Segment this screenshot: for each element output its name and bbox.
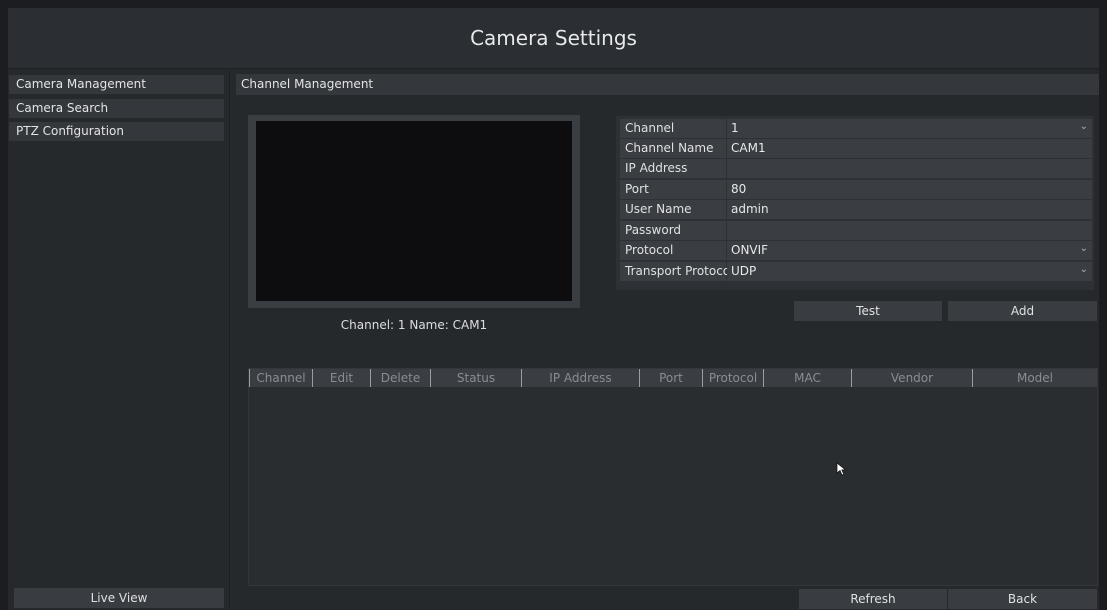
protocol-label: Protocol — [620, 241, 726, 260]
form-row-password: Password — [620, 221, 1092, 240]
camera-table: Channel Edit Delete Status IP Address Po… — [248, 368, 1098, 586]
protocol-select[interactable]: ONVIF — [727, 239, 1092, 260]
back-button[interactable]: Back — [948, 589, 1097, 609]
channel-name-field[interactable]: CAM1 — [727, 139, 1092, 158]
port-label: Port — [620, 180, 726, 199]
column-header-delete[interactable]: Delete — [370, 369, 430, 387]
window-title: Camera Settings — [470, 26, 637, 50]
column-header-mac[interactable]: MAC — [763, 369, 851, 387]
form-row-ip-address: IP Address — [620, 159, 1092, 178]
password-label: Password — [620, 221, 726, 240]
form-row-protocol: Protocol ONVIF — [620, 239, 1092, 260]
user-name-label: User Name — [620, 200, 726, 219]
column-header-vendor[interactable]: Vendor — [851, 369, 972, 387]
form-row-channel: Channel 1 — [620, 117, 1092, 138]
channel-name-label: Channel Name — [620, 139, 726, 158]
column-header-edit[interactable]: Edit — [312, 369, 370, 387]
test-button[interactable]: Test — [794, 301, 942, 321]
mouse-pointer-icon — [836, 462, 847, 476]
port-field[interactable]: 80 — [727, 180, 1092, 199]
camera-preview — [256, 121, 572, 301]
column-header-model[interactable]: Model — [972, 369, 1097, 387]
password-field[interactable] — [727, 221, 1092, 240]
column-header-status[interactable]: Status — [430, 369, 521, 387]
sidebar-item-camera-search[interactable]: Camera Search — [9, 99, 224, 118]
sidebar-item-camera-management[interactable]: Camera Management — [9, 75, 224, 94]
column-header-protocol[interactable]: Protocol — [702, 369, 763, 387]
column-header-ip-address[interactable]: IP Address — [521, 369, 639, 387]
main-panel: Channel Management Channel: 1 Name: CAM1… — [231, 70, 1099, 610]
form-row-transport-protocol: Transport Protocol UDP — [620, 260, 1092, 281]
user-name-field[interactable]: admin — [727, 200, 1092, 219]
sidebar-item-ptz-configuration[interactable]: PTZ Configuration — [9, 122, 224, 141]
title-bar: Camera Settings — [8, 8, 1099, 69]
table-header: Channel Edit Delete Status IP Address Po… — [249, 369, 1097, 387]
column-header-channel[interactable]: Channel — [249, 369, 312, 387]
transport-protocol-select[interactable]: UDP — [727, 260, 1092, 281]
channel-label: Channel — [620, 119, 726, 138]
preview-caption: Channel: 1 Name: CAM1 — [340, 318, 488, 332]
camera-settings-window: Camera Settings Camera Management Camera… — [8, 8, 1099, 610]
channel-select[interactable]: 1 — [727, 117, 1092, 138]
channel-form: Channel 1 Channel Name CAM1 IP Address P… — [616, 116, 1094, 290]
live-view-button[interactable]: Live View — [14, 588, 224, 608]
ip-address-field[interactable] — [727, 159, 1092, 178]
sidebar: Camera Management Camera Search PTZ Conf… — [8, 70, 230, 610]
column-header-port[interactable]: Port — [639, 369, 702, 387]
section-title: Channel Management — [236, 74, 1099, 95]
ip-address-label: IP Address — [620, 159, 726, 178]
preview-frame — [248, 115, 580, 308]
add-button[interactable]: Add — [948, 301, 1097, 321]
form-row-port: Port 80 — [620, 180, 1092, 199]
form-row-user-name: User Name admin — [620, 200, 1092, 219]
form-row-channel-name: Channel Name CAM1 — [620, 139, 1092, 158]
transport-protocol-label: Transport Protocol — [620, 262, 733, 281]
refresh-button[interactable]: Refresh — [799, 589, 947, 609]
